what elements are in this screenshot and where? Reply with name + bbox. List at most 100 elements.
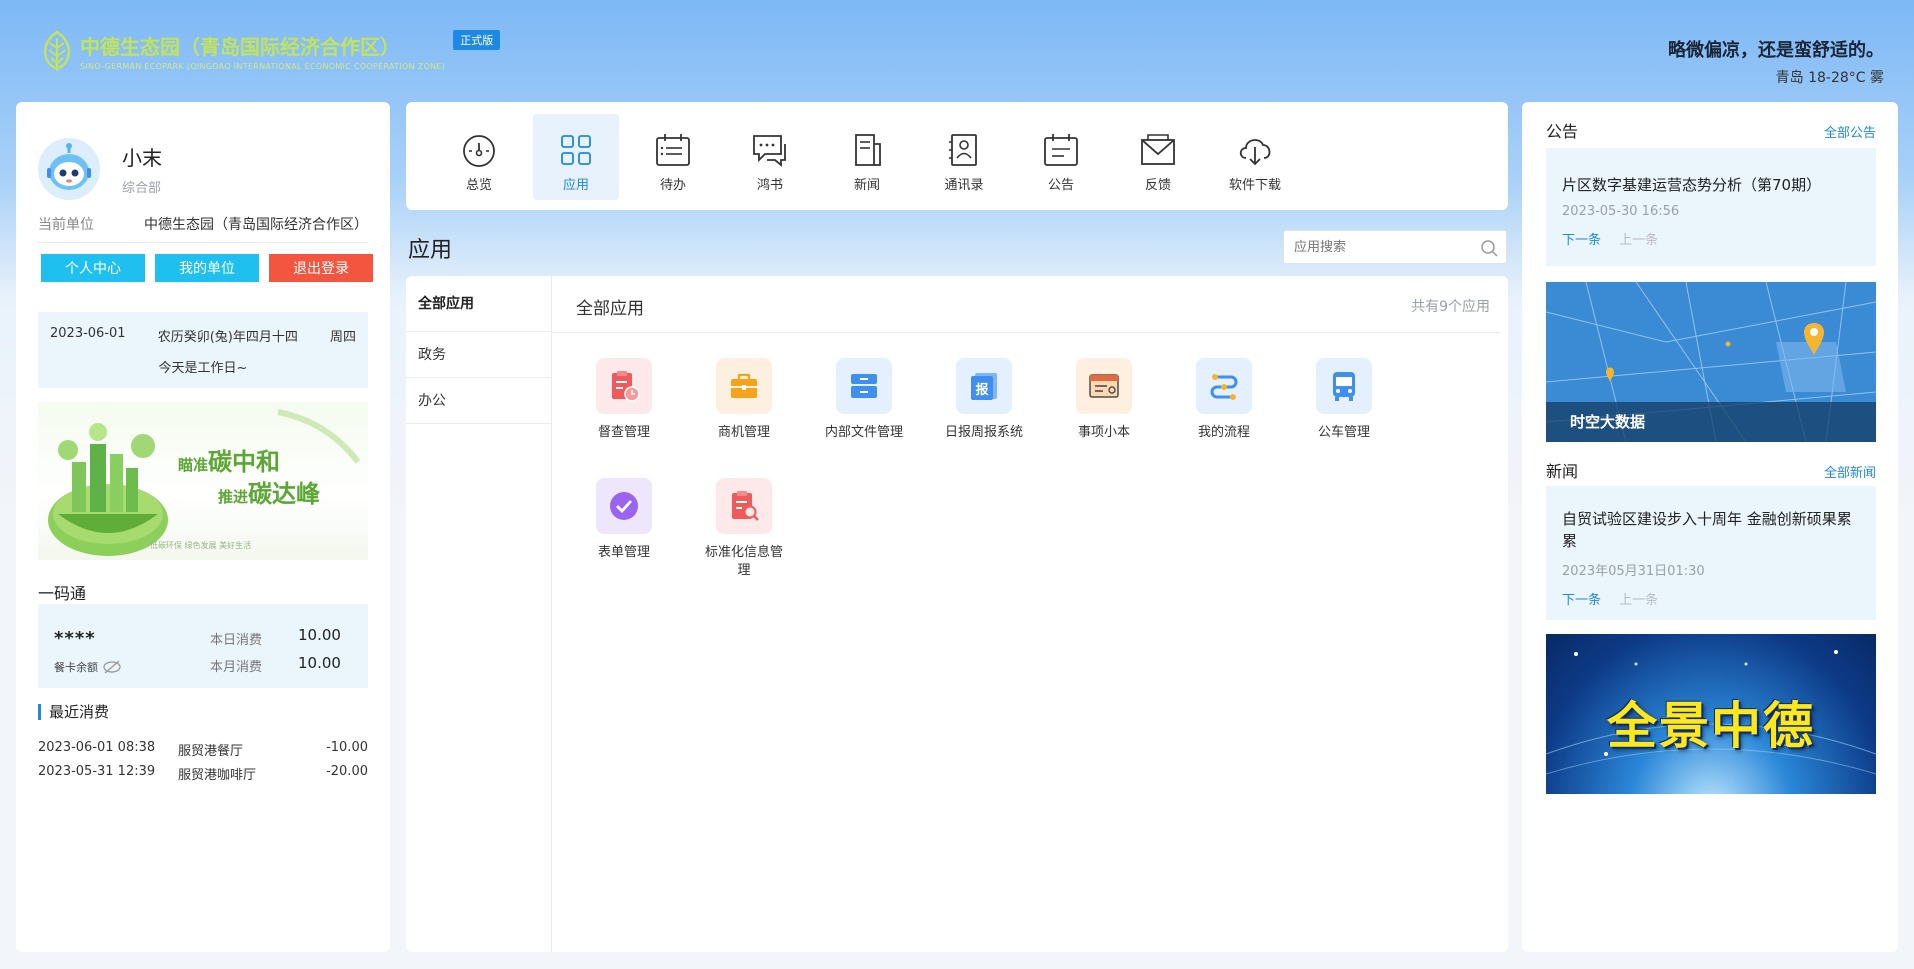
divider xyxy=(552,332,1500,333)
news-next-link[interactable]: 下一条 xyxy=(1562,593,1601,608)
announcement-prev-link[interactable]: 上一条 xyxy=(1619,233,1658,248)
announcements-header: 公告 全部公告 xyxy=(1546,118,1876,142)
file-cabinet-icon xyxy=(851,374,877,398)
app-internal-files[interactable]: 内部文件管理 xyxy=(814,358,914,442)
app-icon-box xyxy=(1316,358,1372,414)
profile-actions: 个人中心 我的单位 退出登录 xyxy=(41,254,373,282)
app-form-management[interactable]: 表单管理 xyxy=(574,478,674,562)
all-announcements-link[interactable]: 全部公告 xyxy=(1824,122,1876,141)
nav-item-contacts[interactable]: 通讯录 xyxy=(921,114,1007,200)
nav-item-feedback[interactable]: 反馈 xyxy=(1115,114,1201,200)
app-my-workflow[interactable]: 我的流程 xyxy=(1174,358,1274,442)
card-section-title: 一码通 xyxy=(38,584,87,603)
logout-button[interactable]: 退出登录 xyxy=(269,254,373,282)
calendar-weekday: 周四 xyxy=(329,330,356,345)
app-inspection[interactable]: 督查管理 xyxy=(574,358,674,442)
map-banner-caption: 时空大数据 xyxy=(1546,402,1876,442)
category-all[interactable]: 全部应用 xyxy=(406,276,551,332)
org-logo[interactable]: 中德生态园（青岛国际经济合作区） SINO-GERMAN ECOPARK (QI… xyxy=(38,30,501,72)
today-spend-value: 10.00 xyxy=(298,626,341,644)
app-icon-box xyxy=(1196,358,1252,414)
inspection-icon xyxy=(612,371,640,402)
announcement-next-link[interactable]: 下一条 xyxy=(1562,233,1601,248)
news-icon xyxy=(855,134,881,166)
current-unit-row: 当前单位 中德生态园（青岛国际经济合作区） xyxy=(38,214,368,243)
bus-icon xyxy=(1333,372,1355,401)
search-icon[interactable] xyxy=(1480,239,1498,257)
banner-caption: 低碳环保 绿色发展 美好生活 xyxy=(150,541,252,550)
apps-heading: 全部应用 xyxy=(576,299,644,319)
spatiotemporal-map-banner[interactable]: 时空大数据 xyxy=(1546,282,1876,442)
my-unit-button[interactable]: 我的单位 xyxy=(155,254,259,282)
app-matters-notebook[interactable]: 事项小本 xyxy=(1054,358,1154,442)
eye-off-icon[interactable] xyxy=(102,660,122,674)
panorama-banner-text: 全景中德 xyxy=(1607,697,1815,755)
panorama-banner[interactable]: 全景中德 xyxy=(1546,634,1876,794)
user-profile: 小末 综合部 xyxy=(38,138,162,200)
weather-widget: 略微偏凉，还是蛮舒适的。 青岛 18-28°C 雾 xyxy=(1668,36,1884,87)
app-daily-weekly-report[interactable]: 报 日报周报系统 xyxy=(934,358,1034,442)
nav-item-notice[interactable]: 公告 xyxy=(1018,114,1104,200)
edition-badge: 正式版 xyxy=(453,30,501,50)
app-business-opportunity[interactable]: 商机管理 xyxy=(694,358,794,442)
carbon-banner[interactable]: 瞄准碳中和 推进碳达峰 低碳环保 绿色发展 美好生活 xyxy=(38,402,368,560)
app-label: 我的流程 xyxy=(1197,425,1250,440)
nav-item-download[interactable]: 软件下载 xyxy=(1212,114,1298,200)
user-name: 小末 xyxy=(122,146,162,170)
weather-city: 青岛 18-28°C 雾 xyxy=(1775,70,1884,86)
nav-item-overview[interactable]: 总览 xyxy=(436,114,522,200)
app-bus-management[interactable]: 公车管理 xyxy=(1294,358,1394,442)
masked-balance: **** xyxy=(54,628,96,649)
report-icon: 报 xyxy=(971,373,997,400)
consumption-time: 2023-06-01 08:38 xyxy=(38,740,156,755)
calendar-lunar: 农历癸卯(兔)年四月十四 xyxy=(157,330,298,345)
notice-icon xyxy=(1044,134,1078,166)
balance-toggle: 餐卡余额 xyxy=(54,659,122,675)
user-dept: 综合部 xyxy=(122,181,162,196)
category-office[interactable]: 办公 xyxy=(406,378,551,424)
weather-tip: 略微偏凉，还是蛮舒适的。 xyxy=(1668,40,1884,61)
announcement-card[interactable]: 片区数字基建运营态势分析（第70期） 2023-05-30 16:56 下一条 … xyxy=(1546,148,1876,266)
calendar-list-icon xyxy=(656,134,690,166)
nav-item-apps[interactable]: 应用 xyxy=(533,114,619,200)
app-icon-box xyxy=(596,478,652,534)
month-spend-value: 10.00 xyxy=(298,654,341,672)
news-title: 新闻 xyxy=(1546,462,1579,481)
org-title: 中德生态园（青岛国际经济合作区） xyxy=(80,35,400,59)
app-label: 公车管理 xyxy=(1317,425,1370,440)
nav-item-todo[interactable]: 待办 xyxy=(630,114,716,200)
svg-text:报: 报 xyxy=(975,383,989,398)
banner-line2b: 碳达峰 xyxy=(248,480,321,508)
news-prev-link[interactable]: 上一条 xyxy=(1619,593,1658,608)
banner-line1b: 碳中和 xyxy=(208,448,281,476)
news-card[interactable]: 自贸试验区建设步入十周年 金融创新硕果累累 2023年05月31日01:30 下… xyxy=(1546,486,1876,620)
briefcase-icon xyxy=(731,373,757,398)
all-news-link[interactable]: 全部新闻 xyxy=(1824,462,1876,481)
workday-note: 今天是工作日~ xyxy=(158,361,248,376)
app-search-input[interactable] xyxy=(1284,231,1464,263)
app-label: 内部文件管理 xyxy=(824,425,903,440)
nav-label: 公告 xyxy=(1047,178,1074,193)
consumption-place: 服贸港咖啡厅 xyxy=(178,768,257,783)
app-standardization-info[interactable]: 标准化信息管理 xyxy=(694,478,794,580)
avatar[interactable] xyxy=(38,138,100,200)
personal-center-button[interactable]: 个人中心 xyxy=(41,254,145,282)
app-label: 事项小本 xyxy=(1077,425,1130,440)
consumption-time: 2023-05-31 12:39 xyxy=(38,764,156,779)
announcement-title[interactable]: 片区数字基建运营态势分析（第70期） xyxy=(1546,174,1876,196)
right-panel: 公告 全部公告 片区数字基建运营态势分析（第70期） 2023-05-30 16… xyxy=(1522,102,1898,952)
consumption-amount: -20.00 xyxy=(326,764,368,779)
nav-item-news[interactable]: 新闻 xyxy=(824,114,910,200)
app-icon-box xyxy=(716,478,772,534)
leaf-logo-icon xyxy=(43,30,71,71)
nav-label: 软件下载 xyxy=(1228,178,1281,193)
nav-item-hongshu[interactable]: 鸿书 xyxy=(727,114,813,200)
nav-label: 反馈 xyxy=(1144,178,1171,193)
app-icon-box xyxy=(716,358,772,414)
news-item-title[interactable]: 自贸试验区建设步入十周年 金融创新硕果累累 xyxy=(1546,508,1876,552)
news-pager: 下一条 上一条 xyxy=(1546,589,1876,608)
recent-consumption-title: 最近消费 xyxy=(38,704,109,720)
app-label: 标准化信息管理 xyxy=(704,545,783,578)
app-label: 商机管理 xyxy=(717,425,770,440)
category-government[interactable]: 政务 xyxy=(406,332,551,378)
